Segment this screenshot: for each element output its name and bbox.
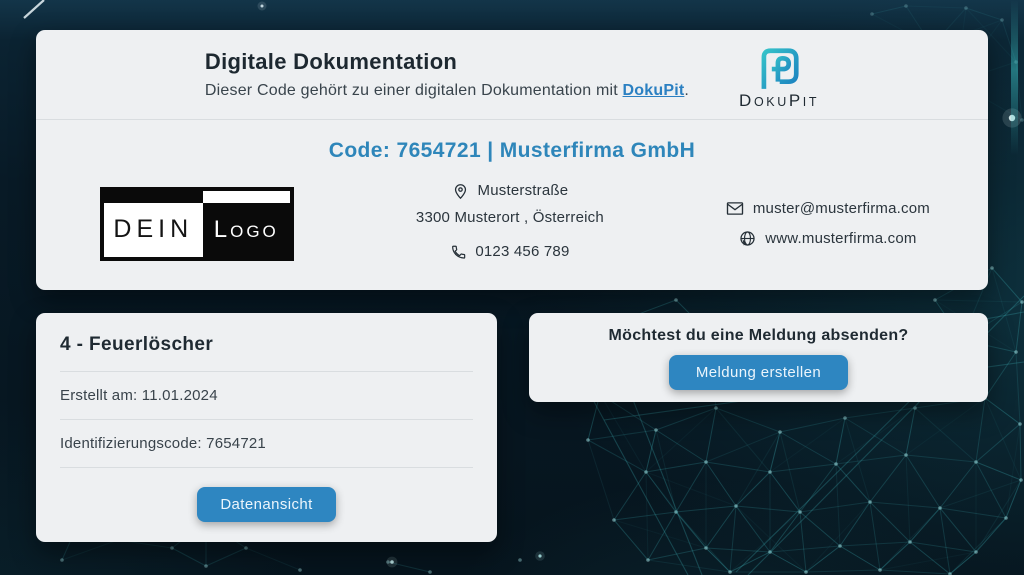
logo-text-logo: Logo: [203, 203, 290, 257]
page-header: Digitale Dokumentation Dieser Code gehör…: [36, 30, 988, 120]
address-block: Musterstraße 3300 Musterort , Österreich…: [416, 180, 604, 268]
company-logo-placeholder: DEIN Logo: [100, 187, 294, 261]
item-code-row: Identifizierungscode: 7654721: [60, 419, 473, 467]
create-report-button[interactable]: Meldung erstellen: [669, 355, 848, 390]
page-subtitle: Dieser Code gehört zu einer digitalen Do…: [205, 82, 689, 100]
dokupit-logo-icon: [753, 45, 805, 91]
phone-number: 0123 456 789: [475, 241, 569, 264]
logo-strip-light: [203, 191, 290, 203]
data-view-button[interactable]: Datenansicht: [197, 487, 335, 522]
subtitle-period: .: [684, 82, 689, 99]
location-pin-icon: [452, 183, 469, 200]
item-title: 4 - Feuerlöscher: [36, 313, 497, 371]
wordmark-oku: oku: [754, 96, 789, 109]
website-url: www.musterfirma.com: [765, 230, 916, 247]
dokupit-link[interactable]: DokuPit: [623, 82, 685, 99]
wordmark-it: it: [803, 96, 819, 109]
email-address: muster@musterfirma.com: [753, 200, 930, 217]
page-title: Digitale Dokumentation: [205, 49, 689, 75]
address-line2: 3300 Musterort , Österreich: [416, 207, 604, 230]
report-question: Möchtest du eine Meldung absenden?: [529, 313, 988, 345]
item-card: 4 - Feuerlöscher Erstellt am: 11.01.2024…: [36, 313, 497, 542]
dokupit-brand: DokuPit: [739, 45, 819, 109]
envelope-icon: [726, 201, 744, 216]
address-line1: Musterstraße: [478, 180, 569, 203]
document-code-heading: Code: 7654721 | Musterfirma GmbH: [36, 139, 988, 163]
phone-icon: [450, 244, 466, 260]
logo-strip-dark: [104, 191, 203, 203]
company-info-row: DEIN Logo Musterstraße: [36, 163, 988, 268]
dokupit-public-page: Digitale Dokumentation Dieser Code gehör…: [0, 0, 1024, 575]
wordmark-d: D: [739, 92, 754, 109]
logo-text-dein: DEIN: [104, 203, 203, 257]
globe-icon: [739, 230, 756, 247]
subtitle-text: Dieser Code gehört zu einer digitalen Do…: [205, 82, 623, 99]
online-contact-block: muster@musterfirma.com www.musterfirma.c…: [726, 200, 930, 247]
dokupit-wordmark: DokuPit: [739, 92, 819, 109]
item-created-row: Erstellt am: 11.01.2024: [60, 371, 473, 419]
header-card: Digitale Dokumentation Dieser Code gehör…: [36, 30, 988, 290]
wordmark-p: P: [789, 92, 803, 109]
report-card: Möchtest du eine Meldung absenden? Meldu…: [529, 313, 988, 402]
